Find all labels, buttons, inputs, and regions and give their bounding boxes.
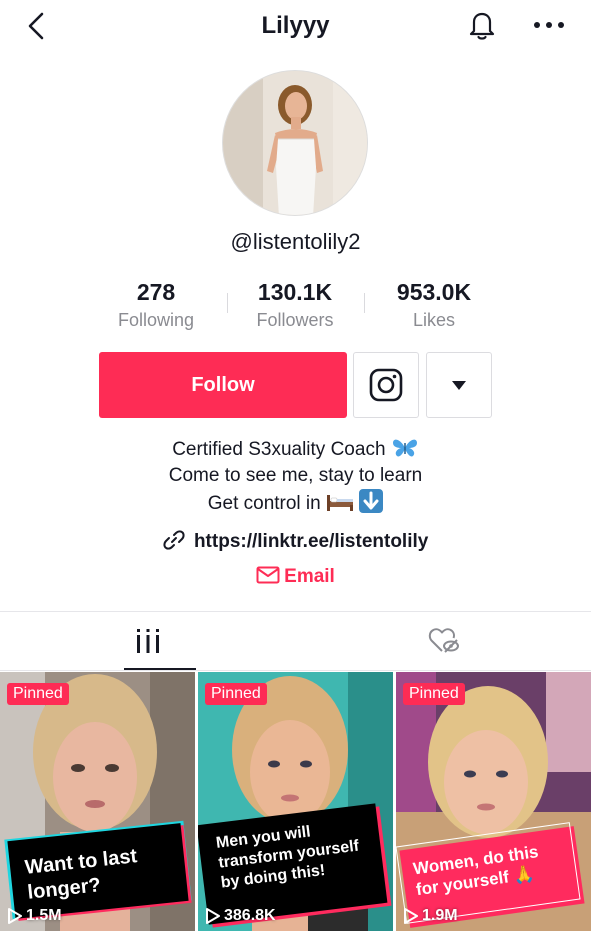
tab-liked[interactable] bbox=[296, 612, 591, 670]
instagram-button[interactable] bbox=[353, 352, 419, 418]
play-icon bbox=[8, 908, 22, 924]
bed-icon bbox=[327, 495, 353, 511]
butterfly-icon bbox=[392, 439, 417, 457]
view-count: 1.9M bbox=[404, 907, 458, 925]
back-button[interactable] bbox=[18, 8, 54, 44]
following-label: Following bbox=[117, 310, 195, 330]
videos-grid-icon bbox=[137, 629, 159, 653]
liked-hidden-icon bbox=[428, 628, 459, 653]
suggested-accounts-dropdown[interactable] bbox=[426, 352, 492, 418]
stat-divider bbox=[227, 293, 228, 313]
likes-label: Likes bbox=[412, 310, 456, 330]
follow-button[interactable]: Follow bbox=[99, 352, 347, 418]
notifications-button[interactable] bbox=[463, 6, 501, 44]
bio-line-2: Come to see me, stay to learn bbox=[168, 465, 423, 486]
likes-count: 953.0K bbox=[396, 279, 472, 305]
avatar[interactable] bbox=[222, 70, 368, 216]
page-title: Lilyyy bbox=[261, 12, 330, 39]
profile-link[interactable]: https://linktr.ee/listentolily bbox=[194, 531, 428, 552]
more-options-button[interactable] bbox=[528, 6, 570, 44]
video-thumbnail[interactable]: Pinned Women, do this for yourself 🙏 1.9… bbox=[396, 672, 591, 931]
pinned-badge: Pinned bbox=[7, 683, 69, 705]
bio-line-3: Get control in bbox=[0, 489, 591, 517]
following-count: 278 bbox=[136, 279, 176, 305]
video-thumbnail[interactable]: Pinned Men you will transform yourself b… bbox=[198, 672, 393, 931]
play-icon bbox=[206, 908, 220, 924]
link-icon bbox=[163, 530, 185, 550]
tab-videos[interactable] bbox=[0, 612, 296, 670]
avatar-photo bbox=[223, 71, 367, 215]
bio: Certified S3xuality Coach Come to see me… bbox=[0, 437, 591, 517]
username: @listentolily2 bbox=[230, 229, 361, 254]
email-row: Email bbox=[0, 566, 591, 588]
bell-icon bbox=[469, 12, 495, 40]
chevron-left-icon bbox=[28, 12, 44, 40]
down-arrow-icon bbox=[359, 489, 384, 513]
followers-label: Followers bbox=[256, 310, 334, 330]
pinned-badge: Pinned bbox=[403, 683, 465, 705]
divider bbox=[0, 670, 591, 671]
stat-followers[interactable]: 130.1K Followers bbox=[235, 279, 355, 331]
email-button[interactable]: Email bbox=[256, 566, 335, 587]
more-horizontal-icon bbox=[534, 22, 564, 28]
instagram-icon bbox=[369, 368, 403, 402]
caret-down-icon bbox=[452, 380, 466, 390]
profile-link-row: https://linktr.ee/listentolily bbox=[0, 529, 591, 553]
play-icon bbox=[404, 908, 418, 924]
followers-count: 130.1K bbox=[257, 279, 333, 305]
view-count: 386.8K bbox=[206, 907, 276, 925]
stat-likes: 953.0K Likes bbox=[374, 279, 494, 331]
view-count: 1.5M bbox=[8, 907, 62, 925]
video-thumbnail[interactable]: Pinned Want to last longer? 1.5M bbox=[0, 672, 195, 931]
stat-following[interactable]: 278 Following bbox=[96, 279, 216, 331]
bio-line-1: Certified S3xuality Coach bbox=[0, 437, 591, 463]
pinned-badge: Pinned bbox=[205, 683, 267, 705]
stat-divider bbox=[364, 293, 365, 313]
envelope-icon bbox=[256, 566, 280, 584]
email-label: Email bbox=[284, 566, 335, 587]
top-nav-bar: Lilyyy bbox=[0, 0, 591, 52]
